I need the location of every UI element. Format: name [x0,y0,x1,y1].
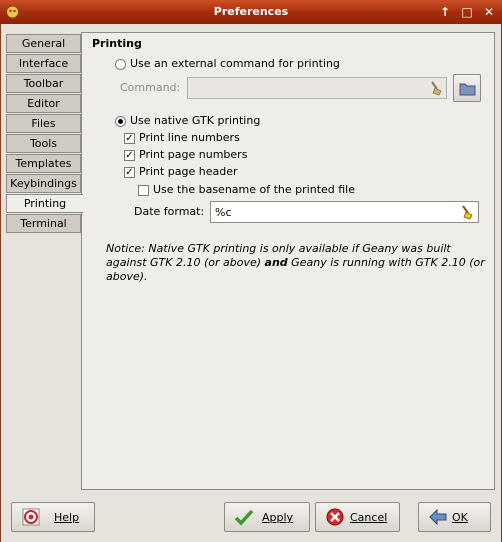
command-input[interactable] [187,77,447,99]
basename-label[interactable]: Use the basename of the printed file [153,183,355,196]
help-button[interactable]: Help [11,502,95,532]
tab-templates[interactable]: Templates [6,154,81,173]
page-header-checkbox[interactable]: ✓ [124,167,135,178]
window-title: Preferences [213,5,289,18]
apply-button[interactable]: Apply [224,502,310,532]
help-label: Help [54,511,80,524]
date-format-label: Date format: [134,205,205,218]
tab-terminal[interactable]: Terminal [6,214,81,233]
tab-general[interactable]: General [6,34,81,53]
native-gtk-radio[interactable] [115,116,126,127]
tab-keybindings[interactable]: Keybindings [6,174,81,193]
date-format-value: %c [215,206,232,219]
cancel-label: Cancel [350,511,388,524]
apply-label: Apply [262,511,294,524]
help-icon [22,508,40,526]
external-command-radio[interactable] [115,59,126,70]
ok-button[interactable]: OK [418,502,491,532]
browse-button[interactable] [453,74,481,102]
line-numbers-checkbox[interactable]: ✓ [124,133,135,144]
tab-interface[interactable]: Interface [6,54,81,73]
ok-arrow-icon [429,508,447,526]
page-numbers-checkbox[interactable]: ✓ [124,150,135,161]
tab-toolbar[interactable]: Toolbar [6,74,81,93]
tab-files[interactable]: Files [6,114,81,133]
tab-tools[interactable]: Tools [6,134,81,153]
date-format-input[interactable]: %c [210,201,479,223]
notice-bold: and [264,256,288,269]
basename-checkbox[interactable] [138,185,149,196]
maximize-icon[interactable]: ↑ [437,4,453,20]
close-icon[interactable]: ✕ [481,4,497,20]
section-heading: Printing [92,37,142,50]
cancel-button[interactable]: Cancel [315,502,400,532]
cancel-icon [326,508,344,526]
broom-icon[interactable] [459,204,475,220]
command-label: Command: [120,81,181,94]
tab-printing[interactable]: Printing [6,194,83,213]
tab-editor[interactable]: Editor [6,94,81,113]
broom-icon[interactable] [428,80,444,96]
page-numbers-label[interactable]: Print page numbers [139,148,247,161]
native-gtk-label[interactable]: Use native GTK printing [130,114,260,127]
folder-icon [459,83,476,96]
restore-icon[interactable]: □ [459,4,475,20]
external-command-label[interactable]: Use an external command for printing [130,57,340,70]
title-bar: Preferences ↑ □ ✕ [0,0,502,24]
line-numbers-label[interactable]: Print line numbers [139,131,240,144]
page-header-label[interactable]: Print page header [139,165,238,178]
ok-label: OK [452,511,468,524]
notice-text: Notice: Native GTK printing is only avai… [106,242,491,284]
check-icon [234,509,254,526]
